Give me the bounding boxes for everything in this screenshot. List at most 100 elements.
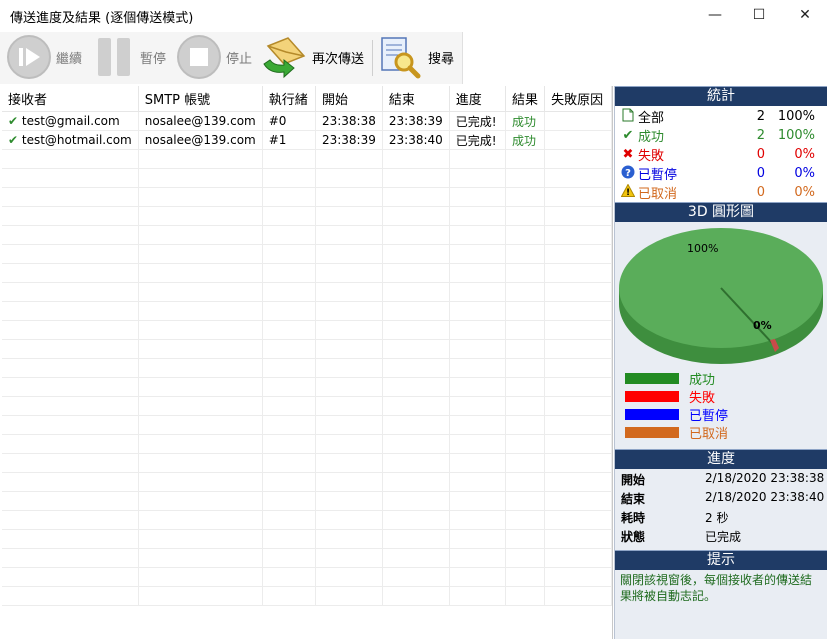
table-row[interactable]: ✔ test@hotmail.com nosalee@139.com #1 23… xyxy=(2,130,612,150)
reason-cell xyxy=(544,130,612,150)
empty-cell xyxy=(544,453,612,473)
window-title: 傳送進度及結果 (逐個傳送模式) xyxy=(10,11,194,26)
empty-cell xyxy=(315,263,383,283)
resend-button[interactable]: 再次傳送 xyxy=(260,32,364,82)
stat-row-failed: ✖ 失敗 0 0% xyxy=(615,145,827,164)
empty-cell xyxy=(2,396,139,416)
question-icon: ? xyxy=(620,165,636,183)
check-icon: ✔ xyxy=(8,133,19,147)
empty-cell xyxy=(315,472,383,492)
empty-cell xyxy=(262,282,316,302)
empty-row xyxy=(2,301,612,321)
empty-cell xyxy=(544,491,612,511)
empty-cell xyxy=(505,567,546,587)
empty-cell xyxy=(138,415,263,435)
empty-cell xyxy=(2,301,139,321)
empty-row xyxy=(2,567,612,587)
legend-item-cancelled: 已取消 xyxy=(615,423,827,442)
close-button[interactable]: ✕ xyxy=(782,0,828,30)
empty-cell xyxy=(544,510,612,530)
legend-label-paused: 已暫停 xyxy=(689,408,729,424)
empty-row xyxy=(2,491,612,511)
empty-cell xyxy=(315,415,383,435)
empty-cell xyxy=(2,168,139,188)
empty-cell xyxy=(2,586,139,606)
empty-cell xyxy=(544,282,612,302)
search-button[interactable]: 搜尋 xyxy=(376,32,454,82)
empty-cell xyxy=(315,529,383,549)
empty-cell xyxy=(262,358,316,378)
pause-button[interactable]: 暫停 xyxy=(96,32,166,82)
column-header-result[interactable]: 結果 xyxy=(505,86,546,112)
empty-cell xyxy=(382,282,450,302)
end-cell: 23:38:40 xyxy=(382,130,450,150)
empty-cell xyxy=(544,206,612,226)
warning-icon: ! xyxy=(620,183,636,201)
play-icon xyxy=(7,35,51,79)
empty-cell xyxy=(2,225,139,245)
column-header-smtp[interactable]: SMTP 帳號 xyxy=(138,86,263,112)
empty-cell xyxy=(505,548,546,568)
empty-cell xyxy=(449,586,507,606)
check-icon: ✔ xyxy=(622,128,634,143)
empty-cell xyxy=(382,491,450,511)
empty-cell xyxy=(449,434,507,454)
tips-text: 關閉該視窗後，每個接收者的傳送結果將被自動志記。 xyxy=(620,573,813,603)
empty-cell xyxy=(544,149,612,169)
search-document-icon xyxy=(381,37,421,79)
progress-value-status: 已完成 xyxy=(705,530,742,544)
empty-cell xyxy=(138,586,263,606)
empty-cell xyxy=(262,225,316,245)
column-header-thread[interactable]: 執行緒 xyxy=(262,86,316,112)
stop-icon xyxy=(177,35,221,79)
continue-button[interactable]: 繼續 xyxy=(6,32,82,82)
empty-cell xyxy=(544,529,612,549)
thread-cell: #1 xyxy=(262,130,316,150)
empty-cell xyxy=(138,320,263,340)
empty-cell xyxy=(544,301,612,321)
empty-row xyxy=(2,586,612,606)
column-header-progress[interactable]: 進度 xyxy=(449,86,507,112)
table-row[interactable]: ✔ test@gmail.com nosalee@139.com #0 23:3… xyxy=(2,111,612,131)
stat-label-cancelled: 已取消 xyxy=(638,187,678,202)
stop-label: 停止 xyxy=(226,51,253,67)
empty-cell xyxy=(138,168,263,188)
empty-cell xyxy=(382,339,450,359)
empty-cell xyxy=(138,149,263,169)
empty-cell xyxy=(505,225,546,245)
empty-cell xyxy=(544,339,612,359)
empty-cell xyxy=(449,168,507,188)
reason-cell xyxy=(544,111,612,131)
empty-cell xyxy=(2,415,139,435)
minimize-button[interactable]: — xyxy=(692,0,738,30)
stop-button[interactable]: 停止 xyxy=(176,32,252,82)
end-cell: 23:38:39 xyxy=(382,111,450,131)
empty-cell xyxy=(138,567,263,587)
pie-label-0: 0% xyxy=(753,319,772,332)
empty-cell xyxy=(262,149,316,169)
empty-cell xyxy=(505,206,546,226)
empty-cell xyxy=(449,567,507,587)
empty-cell xyxy=(544,244,612,264)
column-header-end[interactable]: 結束 xyxy=(382,86,450,112)
empty-cell xyxy=(262,415,316,435)
stat-row-success: ✔ 成功 2 100% xyxy=(615,126,827,145)
recipient-cell: ✔ test@gmail.com xyxy=(2,111,139,131)
stat-label-success: 成功 xyxy=(638,130,665,145)
empty-cell xyxy=(505,149,546,169)
empty-cell xyxy=(449,320,507,340)
recipient-text: test@gmail.com xyxy=(21,114,120,128)
empty-cell xyxy=(449,301,507,321)
column-header-start[interactable]: 開始 xyxy=(315,86,383,112)
empty-cell xyxy=(544,358,612,378)
stat-row-cancelled: ! 已取消 0 0% xyxy=(615,183,827,202)
empty-cell xyxy=(382,263,450,283)
stat-row-paused: ? 已暫停 0 0% xyxy=(615,164,827,183)
empty-cell xyxy=(315,491,383,511)
empty-cell xyxy=(449,377,507,397)
column-header-recipient[interactable]: 接收者 xyxy=(2,86,139,112)
column-header-reason[interactable]: 失敗原因 xyxy=(544,86,612,112)
empty-cell xyxy=(449,415,507,435)
maximize-button[interactable]: ☐ xyxy=(736,0,782,30)
empty-row xyxy=(2,263,612,283)
